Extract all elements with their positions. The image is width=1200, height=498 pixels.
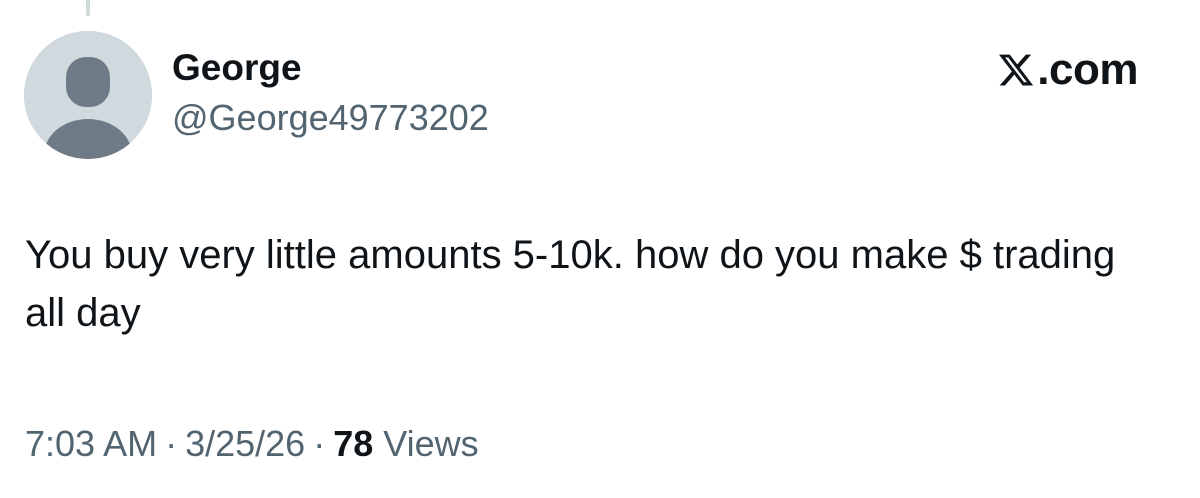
tweet-metadata: 7:03 AM · 3/25/26 · 78 Views [25,420,479,468]
author-handle[interactable]: @George49773202 [172,96,489,140]
tweet-text: You buy very little amounts 5-10k. how d… [25,233,1116,335]
views-label: Views [383,423,479,464]
meta-separator: · [313,423,326,464]
brand-domain-suffix: .com [1037,45,1138,94]
views-count[interactable]: 78 [333,423,373,464]
thread-connector-line [86,0,90,16]
avatar[interactable] [24,31,152,159]
brand-logo: .com [997,46,1138,94]
default-profile-icon [24,31,152,159]
author-display-name[interactable]: George [172,46,302,90]
tweet-date[interactable]: 3/25/26 [185,423,305,464]
x-logo-icon [999,54,1034,86]
tweet-time[interactable]: 7:03 AM [25,423,157,464]
meta-separator: · [165,423,178,464]
